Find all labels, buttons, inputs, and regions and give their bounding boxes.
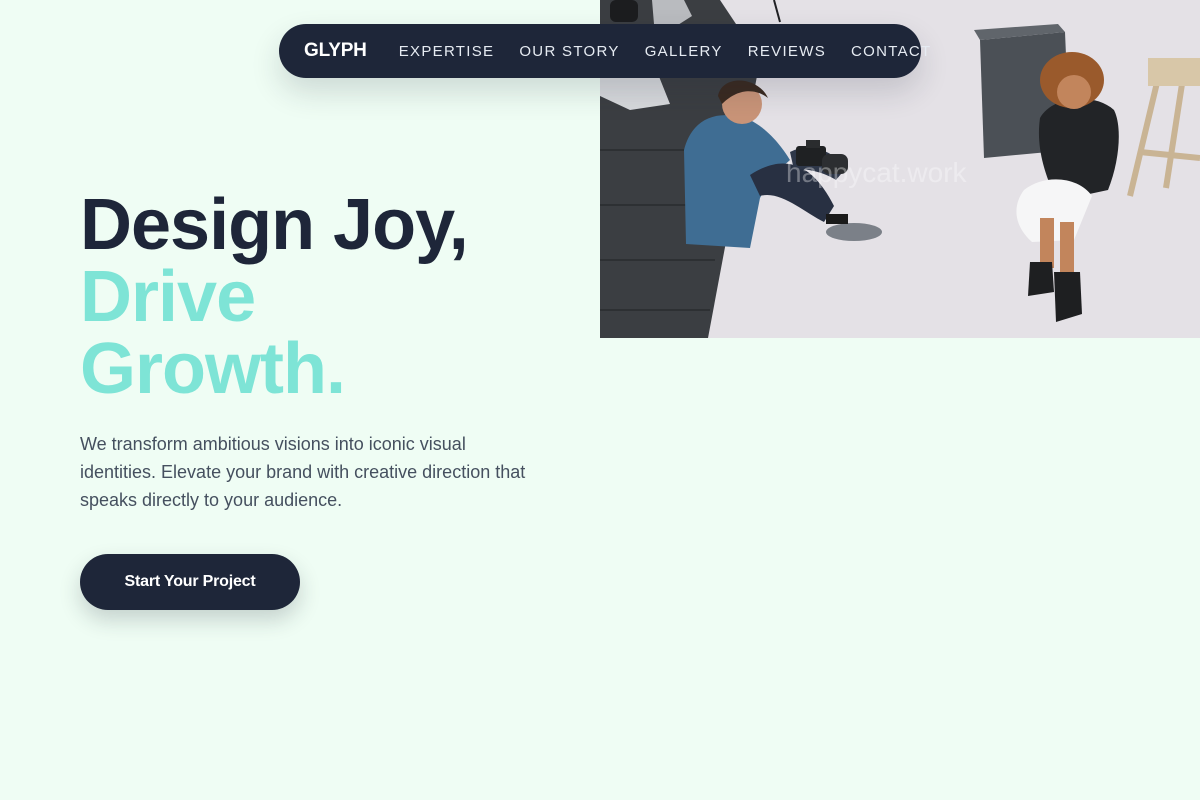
nav-item-contact[interactable]: CONTACT bbox=[851, 43, 931, 60]
main-nav: GLYPH EXPERTISE OUR STORY GALLERY REVIEW… bbox=[279, 24, 930, 78]
headline-line-2: Drive bbox=[80, 257, 256, 337]
nav-item-our-story[interactable]: OUR STORY bbox=[519, 43, 619, 60]
nav-menu: EXPERTISE OUR STORY GALLERY REVIEWS CONT… bbox=[399, 43, 932, 60]
hero-headline: Design Joy, Drive Growth. bbox=[80, 185, 469, 409]
image-watermark: happycat.work bbox=[786, 157, 968, 188]
nav-item-reviews[interactable]: REVIEWS bbox=[748, 43, 826, 60]
headline-line-3: Growth. bbox=[80, 329, 346, 409]
nav-item-expertise[interactable]: EXPERTISE bbox=[399, 43, 495, 60]
hero-lead-text: We transform ambitious visions into icon… bbox=[80, 434, 526, 510]
start-project-button[interactable]: Start Your Project bbox=[80, 554, 300, 610]
brand-logo[interactable]: GLYPH bbox=[304, 40, 367, 62]
nav-item-gallery[interactable]: GALLERY bbox=[645, 43, 723, 60]
headline-line-1: Design Joy, bbox=[80, 185, 469, 265]
